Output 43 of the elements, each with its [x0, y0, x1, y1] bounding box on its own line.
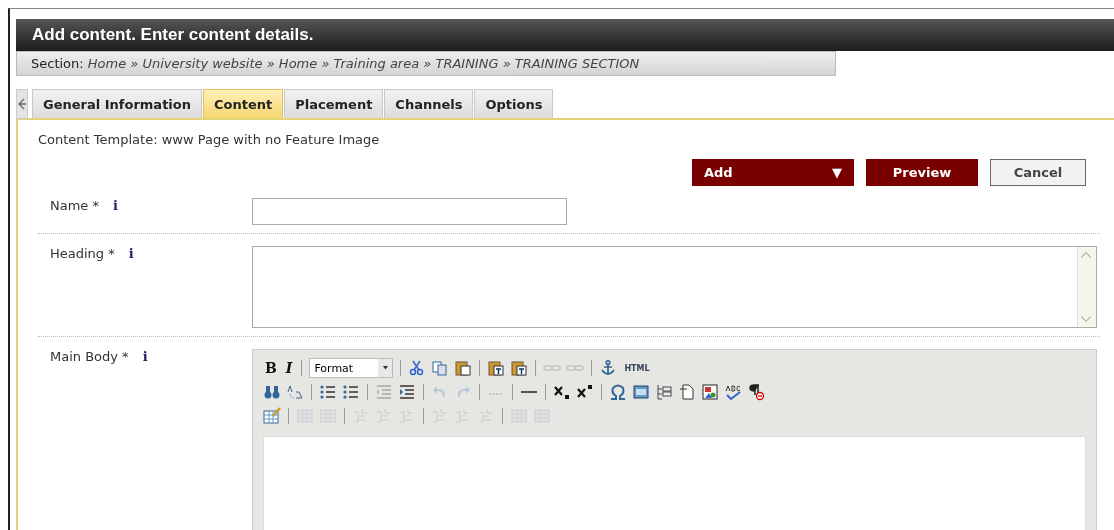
- anchor-icon[interactable]: [599, 359, 618, 377]
- bullet-list-icon[interactable]: [319, 383, 337, 401]
- copy-icon[interactable]: [431, 359, 450, 377]
- heading-textarea[interactable]: [252, 246, 1097, 328]
- page-title: Add content. Enter content details.: [32, 25, 314, 45]
- tab[interactable]: Channels: [384, 89, 474, 118]
- tab[interactable]: General Information: [32, 89, 202, 118]
- numbered-list-icon[interactable]: [342, 383, 360, 401]
- toolbar-button[interactable]: B: [263, 360, 279, 376]
- binoculars-icon[interactable]: [263, 383, 281, 401]
- image-icon[interactable]: [701, 383, 719, 401]
- paste-word-icon[interactable]: [510, 359, 529, 377]
- content-template-label: Content Template: www Page with no Feature Image: [38, 132, 381, 147]
- cancel-button[interactable]: Cancel: [990, 159, 1086, 186]
- replace-icon[interactable]: [286, 383, 304, 401]
- toolbar-button[interactable]: HTML: [622, 363, 652, 373]
- field-label: Name *: [50, 198, 99, 213]
- frame-icon[interactable]: [632, 383, 650, 401]
- table-edit-icon[interactable]: [263, 407, 281, 425]
- info-icon[interactable]: i: [128, 246, 134, 261]
- add-dropdown[interactable]: Add ▼: [692, 159, 854, 186]
- scrollbar[interactable]: [1077, 247, 1096, 327]
- omega-icon[interactable]: [609, 383, 627, 401]
- pilcrow-icon[interactable]: [747, 383, 765, 401]
- tab[interactable]: Placement: [284, 89, 384, 118]
- field-label: Heading *: [50, 246, 115, 261]
- preview-button[interactable]: Preview: [866, 159, 978, 186]
- breadcrumb: Section: Home » University website » Home » Training area » TRAINING » TRAINING SECTION: [31, 56, 640, 71]
- tab[interactable]: Options: [474, 89, 554, 118]
- paste-text-icon[interactable]: [487, 359, 506, 377]
- info-icon[interactable]: i: [142, 349, 148, 364]
- format-select[interactable]: Format: [309, 358, 394, 378]
- spellcheck-icon[interactable]: [724, 383, 742, 401]
- name-input[interactable]: [252, 198, 567, 225]
- tab[interactable]: Content: [203, 89, 284, 118]
- paste-icon[interactable]: [454, 359, 473, 377]
- toolbar-button[interactable]: I: [283, 360, 295, 376]
- indent-icon[interactable]: [398, 383, 416, 401]
- info-icon[interactable]: i: [113, 198, 118, 213]
- tree-icon[interactable]: [655, 383, 673, 401]
- field-label: Main Body *: [50, 349, 129, 364]
- document-icon[interactable]: [678, 383, 696, 401]
- caret-icon[interactable]: [381, 365, 389, 371]
